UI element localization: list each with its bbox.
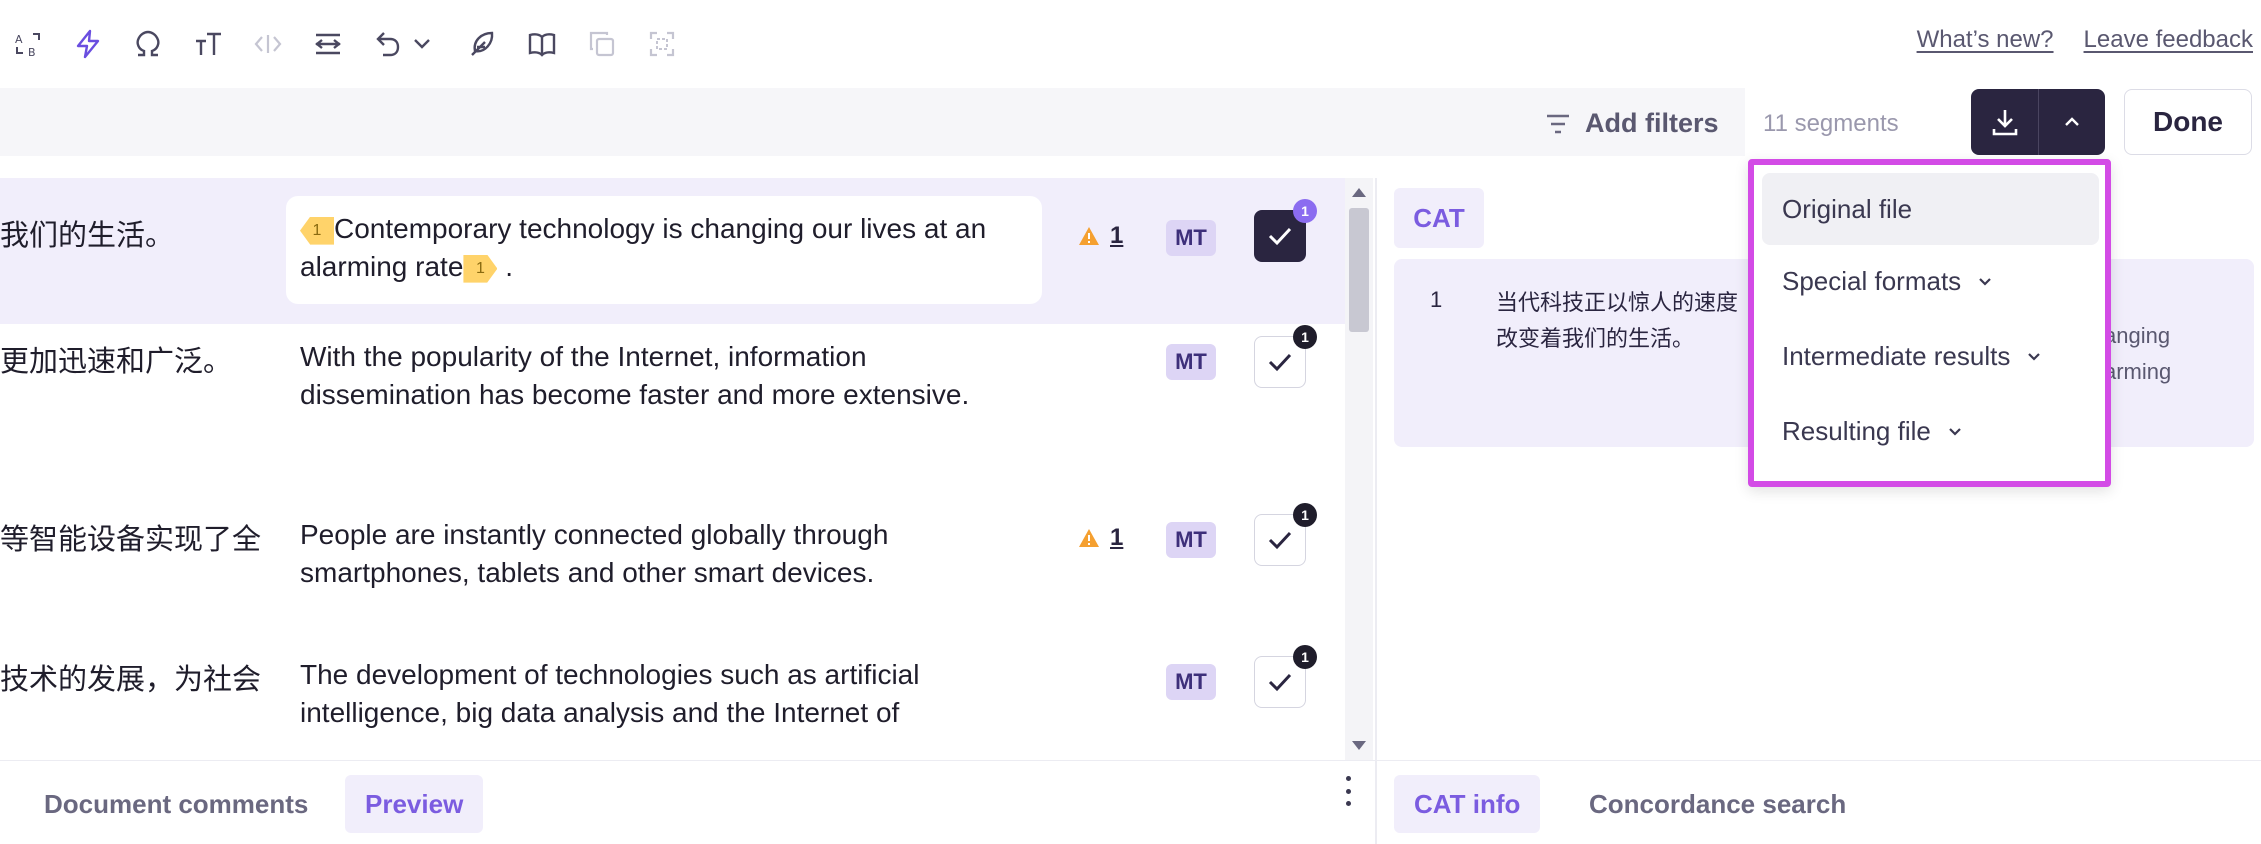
- cat-match-source: 当代科技正以惊人的速度改变着我们的生活。: [1496, 290, 1739, 351]
- expand-icon[interactable]: [642, 24, 682, 64]
- done-button[interactable]: Done: [2124, 89, 2252, 155]
- warning-icon: [1079, 529, 1099, 547]
- download-menu: Original file Special formats Intermedia…: [1748, 159, 2111, 487]
- tab-document-comments[interactable]: Document comments: [24, 775, 328, 833]
- whats-new-link[interactable]: What’s new?: [1917, 26, 2054, 54]
- app-window: AB What’s new? Leave feedback Add filter…: [0, 0, 2261, 844]
- source-text: 更加迅速和广泛。: [0, 346, 233, 378]
- qa-warning[interactable]: 1: [1078, 524, 1123, 552]
- source-text: 等智能设备实现了全: [0, 524, 262, 556]
- filter-bar: [0, 88, 1745, 156]
- segment-list: 我们的生活。 1 Contemporary technology is chang…: [0, 178, 1345, 760]
- tag-close[interactable]: 1: [463, 254, 498, 283]
- mt-badge: MT: [1166, 664, 1216, 700]
- cat-tab[interactable]: CAT: [1394, 188, 1484, 248]
- target-text-end: .: [505, 251, 513, 282]
- feather-icon[interactable]: [462, 24, 502, 64]
- menu-item-label: Intermediate results: [1782, 340, 2011, 371]
- segment-row[interactable]: 技术的发展，为社会 The development of technologie…: [0, 630, 1345, 760]
- leave-feedback-link[interactable]: Leave feedback: [2084, 26, 2253, 54]
- cat-match-target: anging arming: [2104, 318, 2171, 390]
- confirm-button[interactable]: 1: [1254, 325, 1317, 388]
- menu-item-original-file[interactable]: Original file: [1762, 173, 2099, 245]
- target-text: Contemporary technology is changing our …: [300, 213, 987, 282]
- confirm-badge: 1: [1293, 199, 1317, 223]
- confirm-badge: 1: [1293, 645, 1317, 669]
- mt-badge: MT: [1166, 522, 1216, 558]
- scroll-down-icon[interactable]: [1352, 741, 1366, 750]
- source-text: 技术的发展，为社会: [0, 664, 262, 696]
- menu-item-resulting-file[interactable]: Resulting file: [1762, 395, 2099, 467]
- svg-text:B: B: [28, 46, 36, 59]
- menu-item-label: Special formats: [1782, 265, 1962, 296]
- pane-divider[interactable]: [1375, 178, 1377, 844]
- scroll-thumb[interactable]: [1349, 208, 1369, 332]
- menu-item-label: Resulting file: [1782, 415, 1931, 446]
- copy-icon[interactable]: [582, 24, 622, 64]
- ab-case-icon[interactable]: AB: [8, 24, 48, 64]
- chevron-down-icon: [1979, 278, 1991, 286]
- download-icon: [1992, 110, 2017, 136]
- segment-row[interactable]: 我们的生活。 1 Contemporary technology is chang…: [0, 178, 1345, 324]
- confirm-badge: 1: [1293, 325, 1317, 349]
- warning-icon: [1079, 227, 1099, 245]
- target-editor[interactable]: 1 Contemporary technology is changing our…: [286, 196, 1042, 304]
- mt-badge: MT: [1166, 344, 1216, 380]
- wrap-text-icon[interactable]: [308, 24, 348, 64]
- qa-warning[interactable]: 1: [1078, 222, 1123, 250]
- warning-count: 1: [1110, 524, 1124, 551]
- segment-scrollbar[interactable]: [1345, 178, 1373, 760]
- cat-target-line-2: arming: [2104, 359, 2172, 384]
- check-icon: [1268, 673, 1292, 692]
- download-menu-toggle[interactable]: [2038, 89, 2105, 155]
- cat-target-line-1: anging: [2104, 323, 2171, 348]
- segments-count: 11 segments: [1763, 110, 1899, 137]
- lightning-icon[interactable]: [68, 24, 108, 64]
- tag-open[interactable]: 1: [300, 216, 334, 245]
- confirm-badge: 1: [1293, 503, 1317, 527]
- tab-preview[interactable]: Preview: [345, 775, 484, 833]
- code-brackets-icon[interactable]: [248, 24, 288, 64]
- chevron-down-icon[interactable]: [402, 24, 442, 64]
- segment-row[interactable]: 等智能设备实现了全 People are instantly connected…: [0, 482, 1345, 630]
- svg-text:A: A: [15, 33, 23, 46]
- source-text: 我们的生活。: [0, 220, 175, 252]
- target-text[interactable]: With the popularity of the Internet, inf…: [300, 338, 1030, 414]
- download-split-button: [1971, 89, 2105, 155]
- bottom-left-tabs: Document comments Preview: [0, 760, 1375, 844]
- editor-toolbar: AB What’s new? Leave feedback: [0, 0, 2261, 86]
- mt-badge: MT: [1166, 220, 1216, 256]
- book-icon[interactable]: [522, 24, 562, 64]
- check-icon: [1268, 227, 1292, 246]
- target-text[interactable]: People are instantly connected globally …: [300, 516, 1030, 592]
- omega-icon[interactable]: [128, 24, 168, 64]
- chevron-down-icon: [2028, 353, 2041, 361]
- menu-item-label: Original file: [1782, 193, 1913, 224]
- scroll-up-icon[interactable]: [1352, 188, 1366, 197]
- chevron-up-icon: [2065, 117, 2079, 126]
- menu-item-special-formats[interactable]: Special formats: [1762, 245, 2099, 317]
- filter-icon: [1547, 114, 1569, 133]
- confirm-button[interactable]: 1: [1254, 199, 1317, 262]
- tab-concordance-search[interactable]: Concordance search: [1569, 775, 1866, 833]
- cat-match-number: 1: [1430, 287, 1443, 312]
- bottom-right-tabs: CAT info Concordance search: [1377, 760, 2261, 844]
- download-button[interactable]: [1971, 89, 2038, 155]
- check-icon: [1268, 531, 1292, 550]
- warning-count: 1: [1110, 222, 1124, 249]
- target-text[interactable]: The development of technologies such as …: [300, 656, 1030, 732]
- more-options-icon[interactable]: [1343, 776, 1353, 806]
- add-filters-label: Add filters: [1585, 108, 1719, 138]
- top-links: What’s new? Leave feedback: [1917, 26, 2253, 54]
- text-size-icon[interactable]: [188, 24, 228, 64]
- check-icon: [1268, 353, 1292, 372]
- add-filters-button[interactable]: Add filters: [1545, 108, 1719, 139]
- chevron-down-icon: [1949, 428, 1961, 436]
- menu-item-intermediate-results[interactable]: Intermediate results: [1762, 320, 2099, 392]
- confirm-button[interactable]: 1: [1254, 645, 1317, 708]
- tab-cat-info[interactable]: CAT info: [1394, 775, 1541, 833]
- confirm-button[interactable]: 1: [1254, 503, 1317, 566]
- segment-row[interactable]: 更加迅速和广泛。 With the popularity of the Inte…: [0, 324, 1345, 482]
